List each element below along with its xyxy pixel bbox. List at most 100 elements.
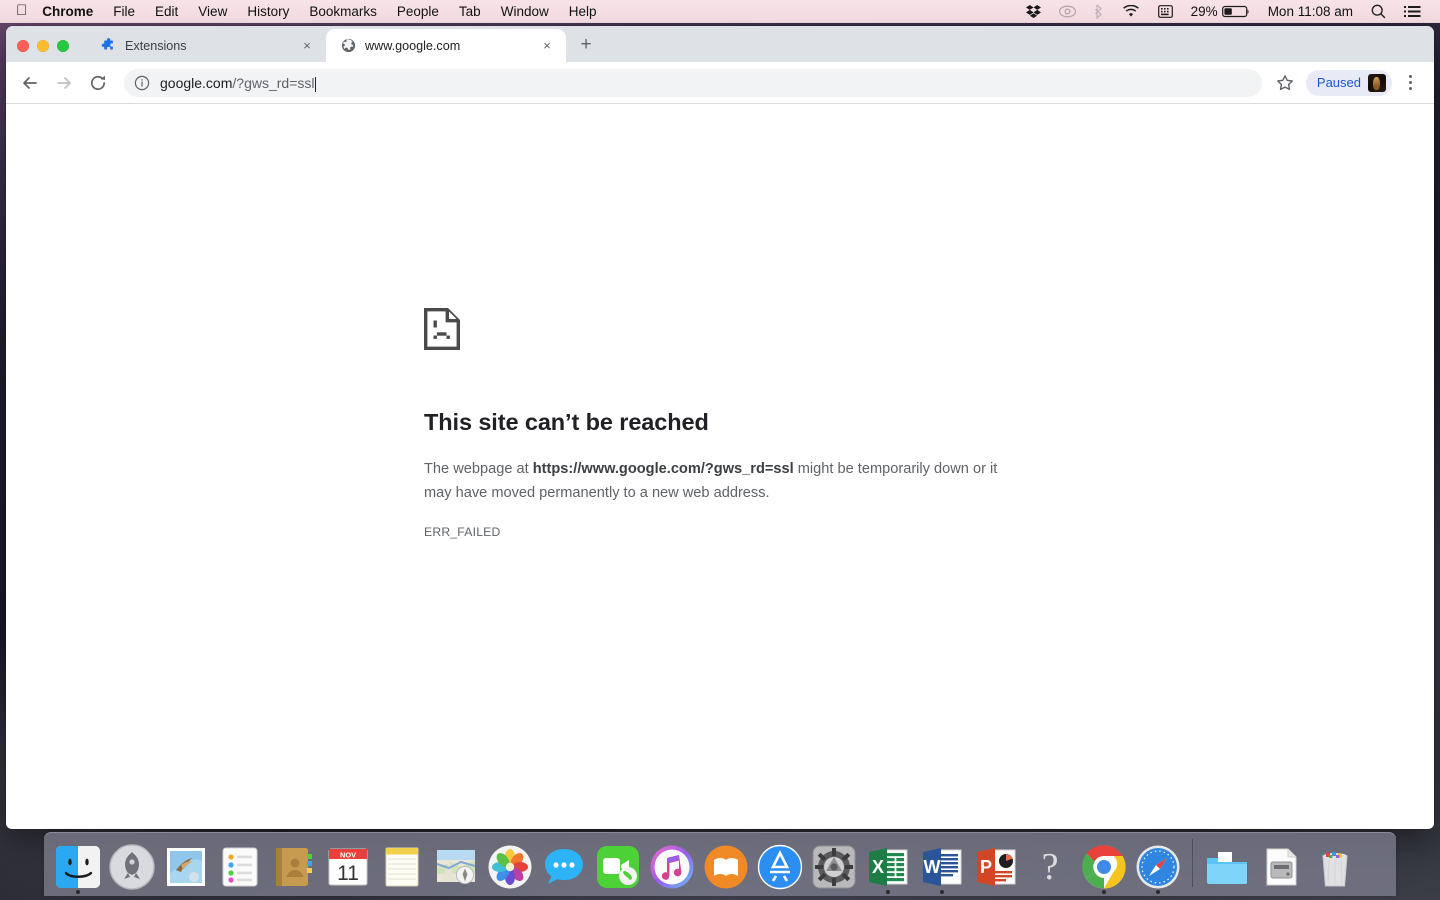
dock-item-finder[interactable] [51, 832, 105, 894]
tab-google[interactable]: www.google.com × [326, 29, 566, 62]
info-circle-icon[interactable] [134, 75, 150, 91]
dock-item-safari[interactable] [1131, 832, 1185, 894]
bluetooth-icon[interactable] [1085, 4, 1113, 19]
back-button[interactable] [14, 67, 46, 99]
tab-extensions[interactable]: Extensions × [86, 29, 326, 62]
dock-item-word[interactable]: W [915, 832, 969, 894]
tab-title-extensions: Extensions [125, 38, 187, 53]
calendar-month: NOV [340, 850, 356, 859]
profile-paused-button[interactable]: Paused [1305, 69, 1392, 96]
dock-item-mail[interactable] [159, 832, 213, 894]
menu-item-bookmarks[interactable]: Bookmarks [299, 0, 387, 23]
dock-item-app-store[interactable] [753, 832, 807, 894]
dock-item-notes[interactable] [375, 832, 429, 894]
macos-menu-bar:  Chrome File Edit View History Bookmark… [0, 0, 1440, 23]
puzzle-piece-icon [100, 38, 116, 54]
close-window-button[interactable] [17, 40, 29, 52]
ibooks-icon [703, 844, 749, 890]
dock-item-reminders[interactable] [213, 832, 267, 894]
disk-document-icon [1258, 844, 1304, 890]
dock-item-chrome[interactable] [1077, 832, 1131, 894]
forward-button[interactable] [48, 67, 80, 99]
reminders-icon [217, 844, 263, 890]
menu-item-file[interactable]: File [103, 0, 145, 23]
dock-item-facetime[interactable] [591, 832, 645, 894]
wifi-icon[interactable] [1113, 4, 1149, 18]
excel-letter: X [872, 857, 884, 877]
dock-item-excel[interactable]: X [861, 832, 915, 894]
dock-separator [1192, 839, 1193, 887]
error-page: This site can’t be reached The webpage a… [424, 308, 1024, 539]
running-indicator [1102, 890, 1106, 894]
menu-item-tab[interactable]: Tab [449, 0, 491, 23]
battery-percent-label[interactable]: 29% [1182, 4, 1222, 19]
tab-title-google: www.google.com [365, 38, 461, 53]
text-cursor [315, 77, 317, 92]
new-tab-button[interactable]: + [572, 31, 600, 59]
menu-item-help[interactable]: Help [559, 0, 607, 23]
window-traffic-lights [17, 40, 69, 52]
maximize-window-button[interactable] [57, 40, 69, 52]
star-outline-icon[interactable] [1270, 68, 1300, 98]
dock-item-launchpad[interactable] [105, 832, 159, 894]
dock-item-itunes[interactable] [645, 832, 699, 894]
tab-close-google[interactable]: × [538, 37, 556, 55]
dock-item-photos[interactable] [483, 832, 537, 894]
menu-bar-status-area: 29% Mon 11:08 am [1017, 4, 1440, 19]
sad-page-icon [424, 308, 1024, 355]
dock-item-calendar[interactable]: NOV 11 [321, 832, 375, 894]
mail-stamp-icon [163, 844, 209, 890]
gear-icon [811, 844, 857, 890]
help-glyph: ? [1041, 846, 1059, 888]
browser-toolbar: google.com /?gws_rd=ssl Paused [6, 62, 1434, 104]
itunes-icon [649, 844, 695, 890]
facetime-icon [595, 844, 641, 890]
battery-low-icon[interactable] [1221, 5, 1259, 18]
dock-item-powerpoint[interactable]: P [969, 832, 1023, 894]
tab-strip: Extensions × www.google.com × + [6, 26, 1434, 62]
excel-icon: X [865, 844, 911, 890]
notification-list-icon[interactable] [1395, 5, 1430, 18]
menu-bar-clock[interactable]: Mon 11:08 am [1259, 4, 1362, 19]
calendar-icon: NOV 11 [325, 844, 371, 890]
url-host-text: google.com [160, 74, 233, 91]
menu-item-view[interactable]: View [188, 0, 237, 23]
error-body-before: The webpage at [424, 461, 533, 477]
chrome-browser-window: Extensions × www.google.com × + google.c… [6, 26, 1434, 829]
error-body-url: https://www.google.com/?gws_rd=ssl [532, 461, 794, 477]
url-bar[interactable]: google.com /?gws_rd=ssl [124, 68, 1262, 97]
url-path-text: /?gws_rd=ssl [232, 74, 315, 91]
error-title: This site can’t be reached [424, 409, 709, 435]
trash-icon [1312, 844, 1358, 890]
menu-item-chrome[interactable]: Chrome [40, 0, 103, 23]
dock-item-ibooks[interactable] [699, 832, 753, 894]
minimize-window-button[interactable] [37, 40, 49, 52]
finder-icon [55, 844, 101, 890]
creative-cloud-icon[interactable] [1050, 5, 1085, 18]
apple-logo-icon[interactable]:  [0, 3, 40, 18]
profile-status-label: Paused [1316, 75, 1361, 90]
menu-item-edit[interactable]: Edit [145, 0, 188, 23]
dock-item-help[interactable]: ? [1023, 832, 1077, 894]
reload-icon[interactable] [82, 67, 114, 99]
question-mark-icon: ? [1027, 844, 1073, 890]
dock-item-maps[interactable] [429, 832, 483, 894]
three-dot-menu-icon[interactable] [1396, 69, 1424, 97]
dock-item-trash[interactable] [1308, 832, 1362, 894]
dock-item-downloads[interactable] [1200, 832, 1254, 894]
dock-item-disk[interactable] [1254, 832, 1308, 894]
dock-item-messages[interactable] [537, 832, 591, 894]
keyboard-input-icon[interactable] [1149, 4, 1182, 18]
error-description: The webpage at https://www.google.com/?g… [424, 457, 1024, 506]
dock-item-contacts[interactable] [267, 832, 321, 894]
dropbox-icon[interactable] [1017, 4, 1050, 18]
menu-item-window[interactable]: Window [491, 0, 559, 23]
globe-icon [340, 38, 356, 54]
search-icon[interactable] [1362, 4, 1395, 19]
tab-close-extensions[interactable]: × [298, 37, 316, 55]
menu-item-people[interactable]: People [387, 0, 449, 23]
calendar-day: 11 [337, 862, 359, 885]
dock-item-system-preferences[interactable] [807, 832, 861, 894]
menu-item-history[interactable]: History [237, 0, 299, 23]
maps-icon [433, 844, 479, 890]
